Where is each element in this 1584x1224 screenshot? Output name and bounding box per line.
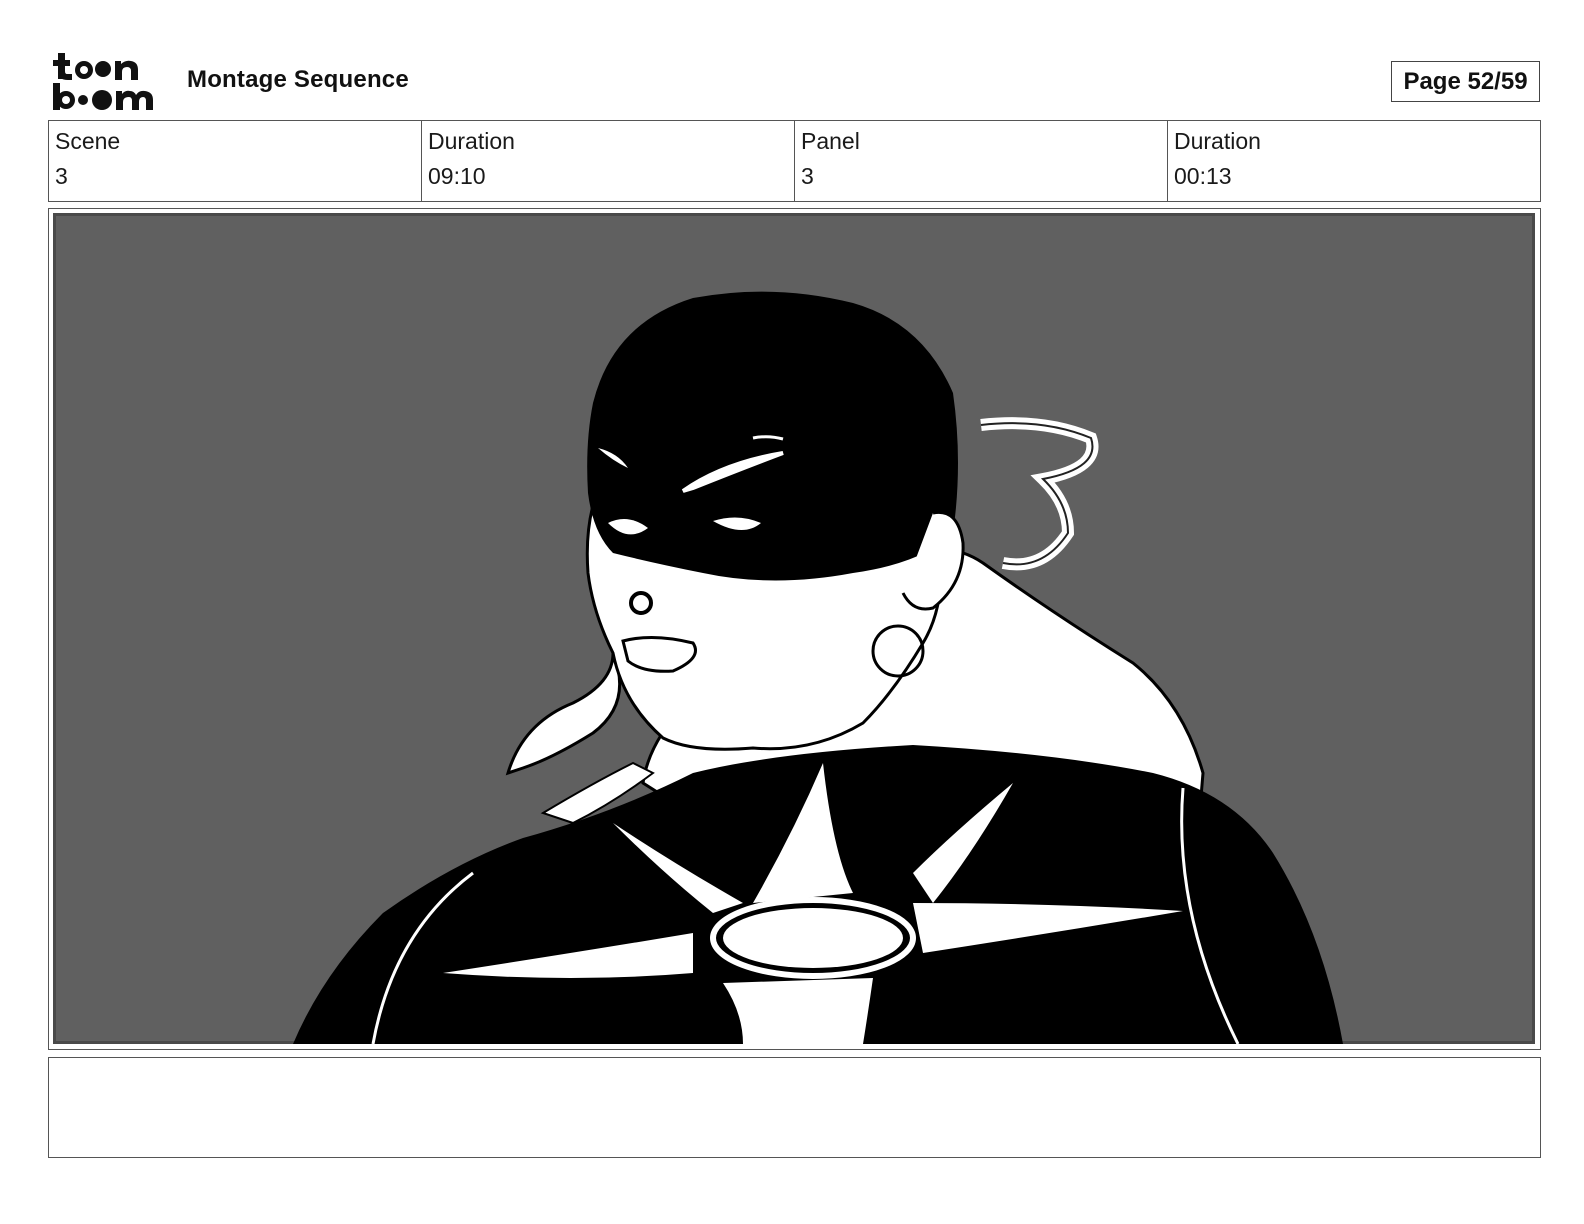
scene-duration-value: 09:10: [428, 163, 486, 189]
panel-duration-label: Duration: [1174, 128, 1261, 154]
scene-info-table: Scene 3 Duration 09:10 Panel 3 Duration …: [48, 120, 1541, 202]
scene-label: Scene: [55, 128, 121, 154]
panel-cell: Panel 3: [795, 121, 1168, 201]
storyboard-panel-image: [53, 213, 1535, 1044]
scene-value: 3: [55, 163, 68, 189]
storyboard-panel-frame: [48, 208, 1541, 1050]
panel-duration-value: 00:13: [1174, 163, 1232, 189]
panel-value: 3: [801, 163, 814, 189]
page-indicator: Page 52/59: [1391, 61, 1540, 102]
sequence-title: Montage Sequence: [187, 66, 409, 93]
panel-duration-cell: Duration 00:13: [1168, 121, 1540, 201]
panel-label: Panel: [801, 128, 860, 154]
page-label: Page 52/59: [1403, 67, 1528, 95]
panel-notes-box: [48, 1057, 1541, 1158]
scene-duration-label: Duration: [428, 128, 515, 154]
scene-cell: Scene 3: [49, 121, 422, 201]
toon-boom-logo: [52, 50, 164, 112]
scene-duration-cell: Duration 09:10: [422, 121, 795, 201]
